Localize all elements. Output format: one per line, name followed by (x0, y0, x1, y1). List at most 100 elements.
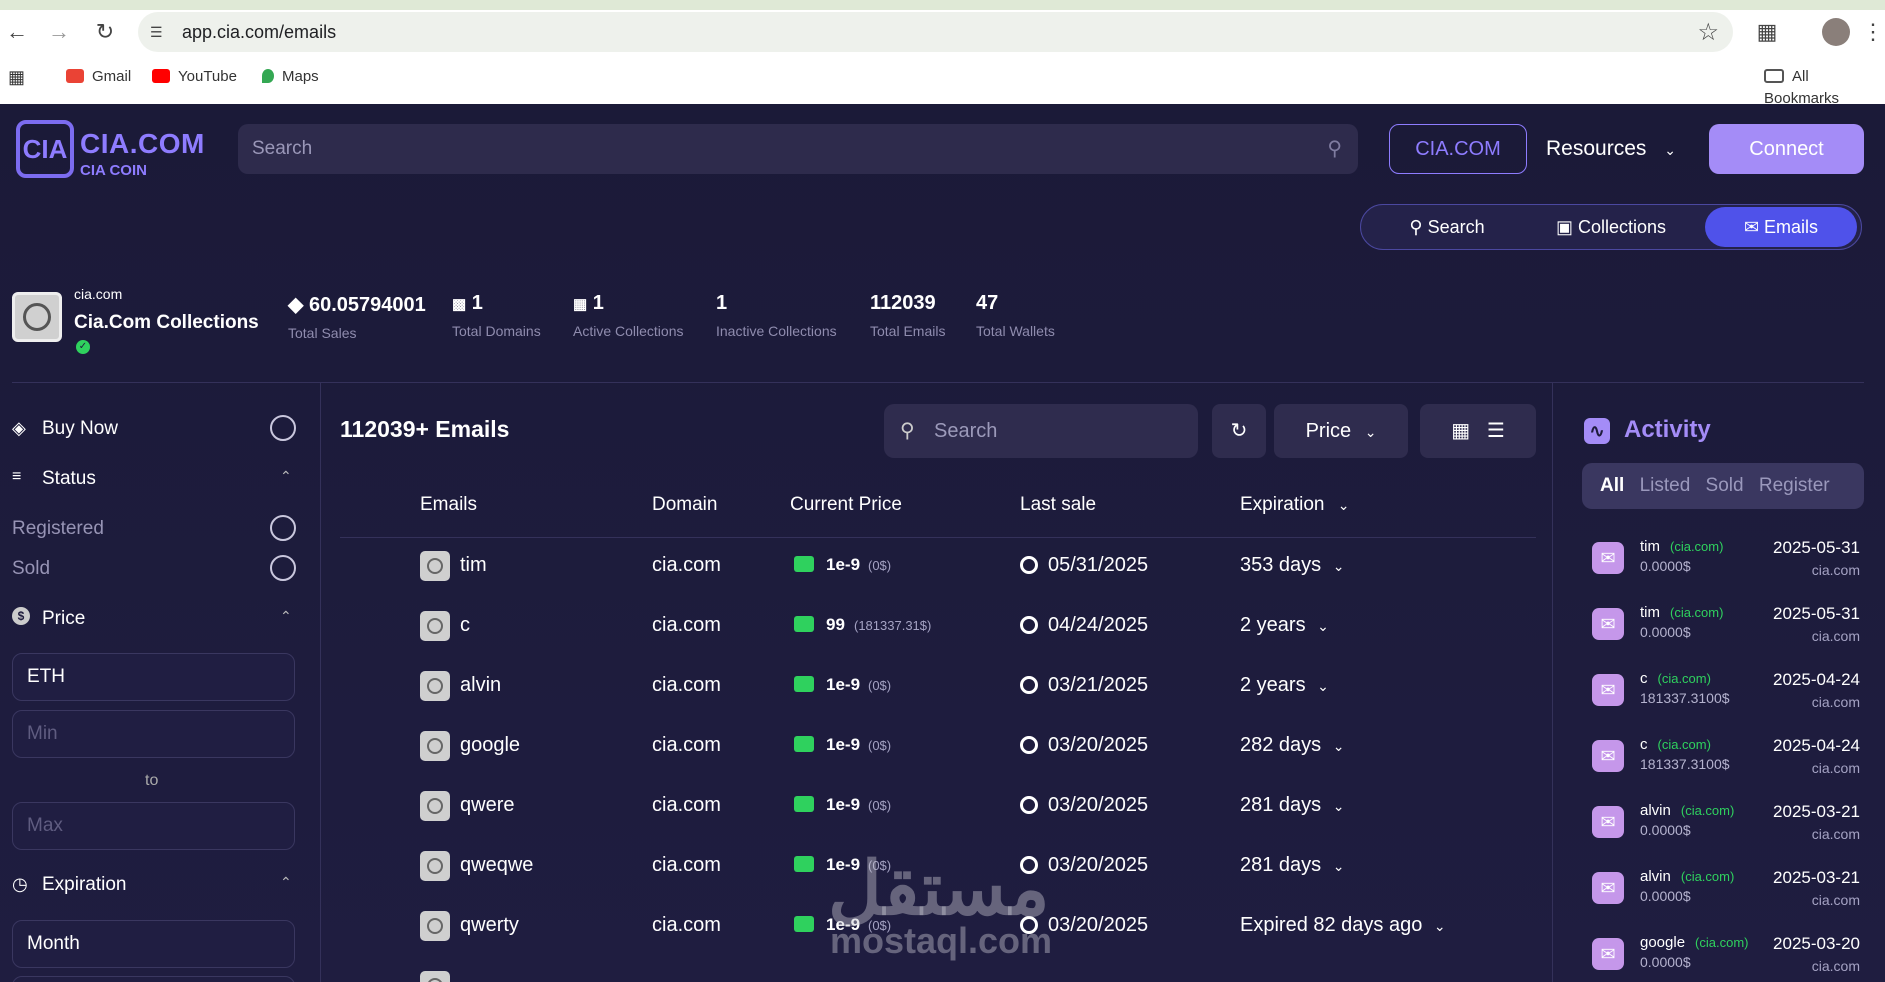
expiration-select[interactable]: Month (12, 920, 295, 968)
activity-date: 2025-04-24 (1773, 736, 1860, 755)
registered-label: Registered (12, 518, 104, 539)
table-row[interactable]: tim cia.com 1e-9 (0$) 05/31/2025 353 day… (340, 540, 1536, 600)
chevron-up-icon[interactable]: ⌃ (280, 608, 292, 625)
email-expiration[interactable]: 282 days ⌄ (1240, 734, 1344, 757)
activity-pulse-icon: ∿ (1584, 418, 1610, 444)
email-price-usd: (0$) (868, 738, 892, 753)
expiration-next-field[interactable] (12, 976, 295, 982)
brand-button[interactable]: CIA.COM (1389, 124, 1527, 174)
header-divider (12, 382, 1864, 383)
list-view-icon[interactable]: ☰ (1487, 420, 1505, 442)
column-expiration-label: Expiration (1240, 494, 1325, 515)
filter-all[interactable]: All (1600, 475, 1624, 496)
email-last-sale: 04/24/2025 (1048, 614, 1149, 636)
dollar-icon: $ (12, 607, 30, 625)
expiration-text: 281 days (1240, 854, 1322, 876)
max-price-input[interactable]: Max (12, 802, 295, 850)
tab-collections[interactable]: ▣ Collections (1531, 207, 1691, 247)
resources-dropdown[interactable]: Resources ⌄ (1546, 124, 1686, 174)
min-price-input[interactable]: Min (12, 710, 295, 758)
column-domain[interactable]: Domain (652, 494, 717, 516)
all-bookmarks[interactable]: All Bookmarks (1764, 66, 1885, 107)
activity-name: alvin (1640, 802, 1671, 819)
view-toggle[interactable]: ▦ ☰ (1420, 404, 1536, 458)
activity-item[interactable]: ✉ c (cia.com) 181337.3100$ 2025-04-24 cia… (1592, 728, 1864, 784)
bookmark-label: YouTube (178, 68, 237, 85)
bookmark-youtube[interactable]: YouTube (152, 66, 237, 88)
table-row[interactable]: qwere cia.com 1e-9 (0$) 03/20/2025 281 d… (340, 780, 1536, 840)
emails-search-input[interactable]: ⚲ Search (884, 404, 1198, 458)
email-expiration[interactable]: 353 days ⌄ (1240, 554, 1344, 577)
column-expiration[interactable]: Expiration ⌄ (1240, 494, 1350, 516)
mail-icon: ✉ (1592, 872, 1624, 904)
activity-item[interactable]: ✉ c (cia.com) 181337.3100$ 2025-04-24 cia… (1592, 662, 1864, 718)
chevron-down-icon: ⌄ (1364, 424, 1377, 440)
email-name[interactable]: alvin (460, 674, 501, 697)
email-name[interactable]: google (460, 734, 520, 757)
expiration-text: Expired 82 days ago (1240, 914, 1423, 936)
sold-checkbox[interactable] (270, 555, 296, 581)
sold-label: Sold (12, 558, 51, 579)
email-name[interactable]: qweqwe (460, 854, 533, 877)
tab-search[interactable]: ⚲ Search (1367, 207, 1527, 247)
column-emails[interactable]: Emails (420, 494, 477, 516)
bookmark-gmail[interactable]: Gmail (66, 66, 131, 88)
table-row[interactable]: c cia.com 99 (181337.31$) 04/24/2025 2 y… (340, 600, 1536, 660)
activity-name: c (1640, 736, 1648, 753)
activity-date: 2025-04-24 (1773, 670, 1860, 689)
email-expiration[interactable]: 281 days ⌄ (1240, 794, 1344, 817)
column-current-price[interactable]: Current Price (790, 494, 902, 516)
email-expiration[interactable]: 281 days ⌄ (1240, 854, 1344, 877)
chevron-up-icon[interactable]: ⌃ (280, 874, 292, 891)
refresh-button[interactable]: ↻ (1212, 404, 1266, 458)
table-row[interactable]: alvin cia.com 1e-9 (0$) 03/21/2025 2 yea… (340, 660, 1536, 720)
bookmark-maps[interactable]: Maps (262, 66, 319, 88)
registered-checkbox[interactable] (270, 515, 296, 541)
chevron-down-icon: ⌄ (1332, 798, 1345, 814)
chevron-down-icon: ⌄ (1332, 858, 1345, 874)
reload-icon[interactable]: ↻ (90, 17, 120, 47)
activity-name: tim (1640, 538, 1660, 555)
chevron-up-icon[interactable]: ⌃ (280, 468, 292, 485)
activity-item[interactable]: ✉ alvin (cia.com) 0.0000$ 2025-03-21 cia.… (1592, 860, 1864, 916)
email-name[interactable]: qwere (460, 794, 514, 817)
award-icon (1020, 736, 1038, 754)
table-row[interactable] (340, 960, 1536, 982)
site-info-icon[interactable]: ☰ (150, 22, 170, 42)
buy-now-toggle[interactable] (270, 415, 296, 441)
menu-dots-icon[interactable]: ⋮ (1862, 17, 1884, 47)
email-name[interactable]: qwerty (460, 914, 519, 937)
expiration-text: 2 years (1240, 614, 1306, 636)
activity-item[interactable]: ✉ tim (cia.com) 0.0000$ 2025-05-31 cia.co… (1592, 596, 1864, 652)
site-logo[interactable]: CIA CIA.COM CIA COIN (16, 118, 206, 186)
grid-view-icon[interactable]: ▦ (1451, 420, 1470, 442)
activity-item[interactable]: ✉ google (cia.com) 0.0000$ 2025-03-20 cia… (1592, 926, 1864, 982)
email-expiration[interactable]: Expired 82 days ago ⌄ (1240, 914, 1446, 937)
forward-arrow-icon[interactable]: → (44, 17, 74, 47)
apps-grid-icon[interactable]: ▦ (8, 66, 25, 88)
address-bar[interactable]: ☰ app.cia.com/emails ☆ (138, 12, 1733, 52)
email-avatar (420, 791, 450, 821)
profile-avatar[interactable] (1822, 18, 1850, 46)
filter-listed[interactable]: Listed (1640, 475, 1691, 496)
activity-item[interactable]: ✉ alvin (cia.com) 0.0000$ 2025-03-21 cia.… (1592, 794, 1864, 850)
email-expiration[interactable]: 2 years ⌄ (1240, 674, 1329, 697)
email-name[interactable]: tim (460, 554, 487, 577)
filter-register[interactable]: Register (1759, 475, 1830, 496)
back-arrow-icon[interactable]: ← (2, 17, 32, 47)
filter-sold[interactable]: Sold (1706, 475, 1744, 496)
email-name[interactable]: c (460, 614, 470, 637)
connect-button[interactable]: Connect (1709, 124, 1864, 174)
email-expiration[interactable]: 2 years ⌄ (1240, 614, 1329, 637)
table-row[interactable]: google cia.com 1e-9 (0$) 03/20/2025 282 … (340, 720, 1536, 780)
currency-select[interactable]: ETH (12, 653, 295, 701)
activity-item[interactable]: ✉ tim (cia.com) 0.0000$ 2025-05-31 cia.co… (1592, 530, 1864, 586)
extensions-icon[interactable]: ▦ (1752, 17, 1782, 47)
activity-site: cia.com (1811, 958, 1860, 974)
tab-emails[interactable]: ✉ Emails (1705, 207, 1857, 247)
star-icon[interactable]: ☆ (1697, 18, 1719, 47)
to-label: to (145, 772, 159, 789)
header-search-input[interactable]: Search ⚲ (238, 124, 1358, 174)
sort-dropdown[interactable]: Price ⌄ (1274, 404, 1408, 458)
column-last-sale[interactable]: Last sale (1020, 494, 1096, 516)
